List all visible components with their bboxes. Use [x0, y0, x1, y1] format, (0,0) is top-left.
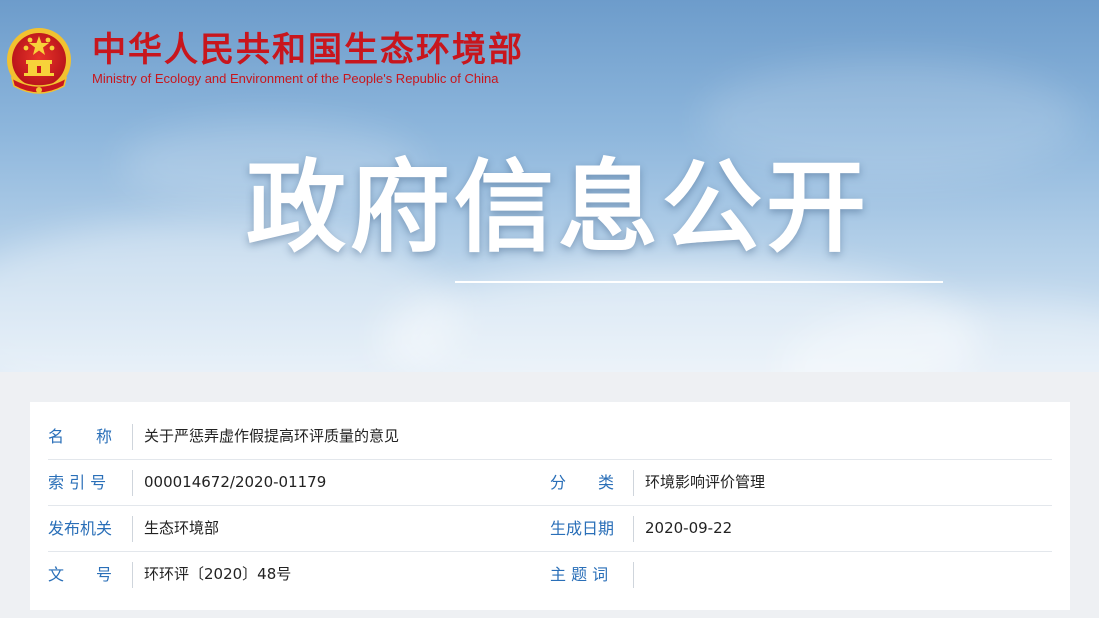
national-emblem-icon[interactable] [4, 24, 74, 102]
divider [633, 470, 634, 496]
divider [132, 470, 133, 496]
info-row-doc-number: 文 号 环环评〔2020〕48号 主 题 词 [48, 552, 1052, 598]
info-label: 生成日期 [550, 519, 615, 538]
divider [633, 516, 634, 542]
header-banner: 中华人民共和国生态环境部 Ministry of Ecology and Env… [0, 0, 1099, 372]
info-label: 名 称 [48, 427, 113, 446]
info-value-doc-number: 环环评〔2020〕48号 [144, 565, 292, 583]
info-label: 文 号 [48, 565, 113, 584]
banner-title: 政府信息公开 [246, 149, 870, 266]
divider [132, 424, 133, 450]
info-label: 索 引 号 [48, 473, 107, 492]
info-label: 主 题 词 [550, 565, 609, 584]
info-value-category: 环境影响评价管理 [645, 473, 766, 491]
info-value-date: 2020-09-22 [645, 519, 733, 537]
info-row-publisher: 发布机关 生态环境部 生成日期 2020-09-22 [48, 506, 1052, 552]
document-info-card: 名 称 关于严惩弄虚作假提高环评质量的意见 索 引 号 000014672/20… [30, 402, 1070, 610]
title-underline [455, 281, 943, 283]
info-value-publisher: 生态环境部 [144, 519, 220, 537]
info-row-name: 名 称 关于严惩弄虚作假提高环评质量的意见 [48, 414, 1052, 460]
info-label: 发布机关 [48, 519, 113, 538]
org-name-en[interactable]: Ministry of Ecology and Environment of t… [92, 71, 498, 87]
divider [132, 562, 133, 588]
org-name-cn[interactable]: 中华人民共和国生态环境部 [92, 30, 524, 70]
divider [132, 516, 133, 542]
info-label: 分 类 [550, 473, 615, 492]
info-value-title: 关于严惩弄虚作假提高环评质量的意见 [144, 427, 400, 445]
info-row-index: 索 引 号 000014672/2020-01179 分 类 环境影响评价管理 [48, 460, 1052, 506]
divider [633, 562, 634, 588]
info-value-index-number: 000014672/2020-01179 [144, 473, 327, 491]
